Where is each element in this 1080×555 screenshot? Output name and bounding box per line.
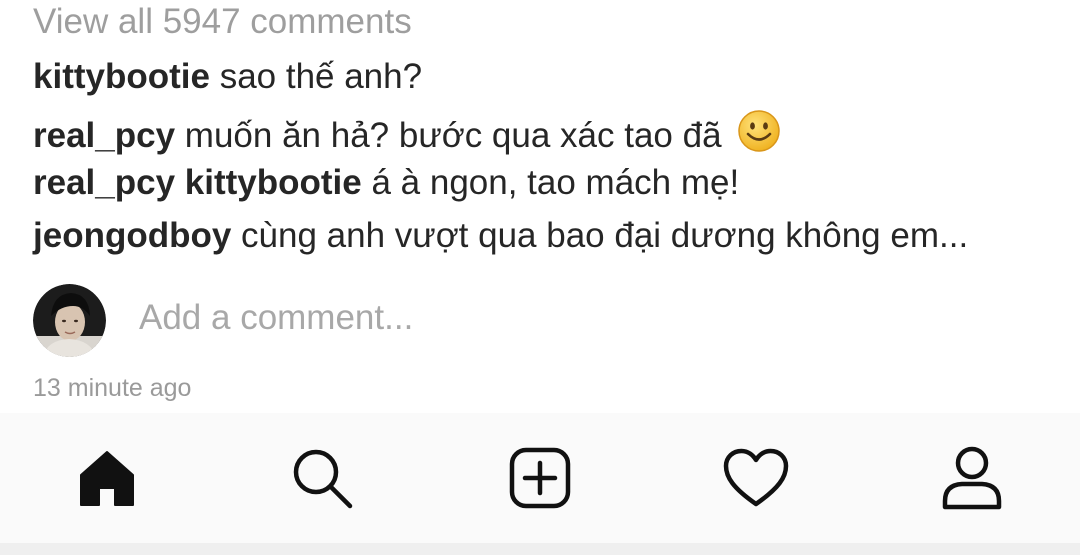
comment-text: sao thế anh? — [219, 57, 423, 96]
comment-item: real_pcy kittybootie á à ngon, tao mách … — [33, 162, 968, 215]
bottom-navigation-bar — [0, 413, 1080, 543]
home-icon — [76, 447, 138, 509]
nav-new-post-button[interactable] — [505, 443, 575, 513]
heart-icon — [723, 448, 789, 508]
nav-search-button[interactable] — [287, 443, 357, 513]
nav-activity-button[interactable] — [721, 443, 791, 513]
system-navigation-strip — [0, 543, 1080, 555]
nav-profile-button[interactable] — [937, 443, 1007, 513]
comment-mention[interactable]: kittybootie — [185, 163, 362, 202]
add-comment-row — [33, 284, 1033, 358]
comment-item: jeongodboy cùng anh vượt qua bao đại dươ… — [33, 215, 968, 268]
smiley-emoji-icon — [737, 109, 781, 163]
comment-username[interactable]: real_pcy — [33, 163, 175, 202]
comment-username[interactable]: jeongodboy — [33, 216, 231, 255]
comment-username[interactable]: kittybootie — [33, 57, 210, 96]
comment-text: á à ngon, tao mách mẹ! — [371, 163, 740, 202]
post-timestamp: 13 minute ago — [33, 374, 192, 402]
search-icon — [289, 445, 355, 511]
comment-text: muốn ăn hả? bước qua xác tao đã — [184, 116, 722, 155]
view-all-comments-link[interactable]: View all 5947 comments — [33, 2, 412, 42]
profile-icon — [940, 445, 1004, 511]
comment-item: kittybootie sao thế anh? — [33, 56, 968, 109]
add-comment-input[interactable] — [139, 298, 939, 338]
comments-list: kittybootie sao thế anh? real_pcy muốn ă… — [33, 56, 968, 268]
comment-username[interactable]: real_pcy — [33, 116, 175, 155]
add-post-icon — [508, 446, 572, 510]
comment-item: real_pcy muốn ăn hả? bước qua xác tao đã — [33, 109, 968, 162]
comment-text: cùng anh vượt qua bao đại dương không em… — [241, 216, 969, 255]
nav-home-button[interactable] — [72, 443, 142, 513]
post-comments-screen: View all 5947 comments kittybootie sao t… — [0, 0, 1080, 555]
avatar[interactable] — [33, 284, 106, 357]
